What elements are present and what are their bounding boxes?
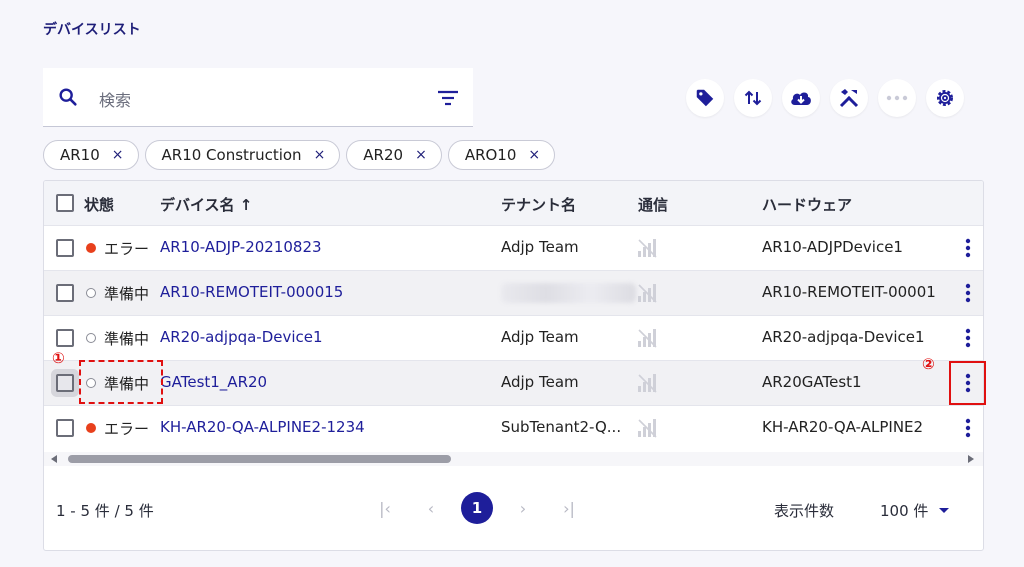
tools-button[interactable] — [830, 79, 868, 117]
per-page-select[interactable]: 100 件 — [880, 500, 928, 521]
filter-icon[interactable] — [437, 88, 459, 108]
kebab-menu-icon[interactable] — [963, 328, 973, 348]
settings-icon — [936, 89, 954, 107]
per-page-label: 表示件数 — [774, 502, 835, 520]
tag-button[interactable] — [686, 79, 724, 117]
table-row[interactable]: 準備中 AR20-adjpqa-Device1 Adjp Team AR20-a… — [44, 315, 983, 360]
col-device-name[interactable]: デバイス名 ↑ — [160, 194, 252, 215]
select-all-checkbox[interactable] — [56, 194, 74, 212]
table-row[interactable]: エラー AR10-ADJP-20210823 Adjp Team AR10-AD… — [44, 225, 983, 270]
device-name-link[interactable]: KH-AR20-QA-ALPINE2-1234 — [160, 418, 365, 436]
status-text: 準備中 — [104, 285, 150, 303]
signal-off-icon — [638, 329, 657, 348]
signal-off-icon — [638, 419, 657, 438]
device-name-link[interactable]: AR10-ADJP-20210823 — [160, 238, 322, 256]
scroll-right-icon[interactable] — [968, 455, 974, 463]
last-page-icon[interactable]: ›| — [553, 492, 585, 524]
more-button[interactable] — [878, 79, 916, 117]
caret-down-icon[interactable] — [939, 508, 949, 513]
device-name-link[interactable]: GATest1_AR20 — [160, 373, 267, 391]
row-checkbox[interactable] — [56, 374, 74, 392]
chip-remove-icon[interactable]: × — [415, 147, 427, 163]
next-page-icon[interactable]: › — [507, 492, 539, 524]
status-text: エラー — [104, 240, 150, 258]
hardware-name: AR20-adjpqa-Device1 — [762, 328, 925, 346]
tenant-name: Adjp Team — [501, 238, 579, 256]
chip-remove-icon[interactable]: × — [528, 147, 540, 163]
tenant-name-redacted — [501, 283, 636, 303]
col-comm[interactable]: 通信 — [638, 194, 668, 215]
row-checkbox[interactable] — [56, 239, 74, 257]
chip-remove-icon[interactable]: × — [314, 147, 326, 163]
result-count: 1 - 5 件 / 5 件 — [56, 502, 154, 520]
settings-button[interactable] — [926, 79, 964, 117]
col-hardware[interactable]: ハードウェア — [762, 194, 852, 215]
annotation-marker-1: ① — [52, 349, 65, 367]
toolbar — [686, 79, 964, 117]
tenant-name: Adjp Team — [501, 328, 579, 346]
row-checkbox[interactable] — [56, 284, 74, 302]
hardware-name: AR10-ADJPDevice1 — [762, 238, 903, 256]
kebab-menu-icon[interactable] — [963, 418, 973, 438]
col-status[interactable]: 状態 — [84, 194, 114, 215]
hardware-name: AR10-REMOTEIT-00001 — [762, 283, 936, 301]
kebab-menu-icon[interactable] — [963, 283, 973, 303]
annotation-box-1 — [79, 360, 163, 404]
status-text: 準備中 — [104, 330, 150, 348]
table-header: 状態 デバイス名 ↑ テナント名 通信 ハードウェア — [44, 181, 983, 225]
cloud-download-icon — [791, 92, 811, 105]
status-preparing-dot — [86, 288, 96, 298]
col-tenant[interactable]: テナント名 — [501, 194, 576, 215]
row-checkbox[interactable] — [56, 419, 74, 437]
scrollbar-thumb[interactable] — [68, 455, 451, 463]
page-button[interactable]: 1 — [461, 492, 493, 524]
tools-icon — [839, 89, 859, 108]
pagination: |‹ ‹ 1 › ›| — [369, 492, 585, 524]
status-text: エラー — [104, 420, 150, 438]
sort-icon — [744, 90, 762, 106]
download-button[interactable] — [782, 79, 820, 117]
filter-chip[interactable]: AR20 × — [346, 140, 442, 170]
chip-remove-icon[interactable]: × — [112, 147, 124, 163]
filter-chip[interactable]: ARO10 × — [447, 140, 556, 170]
status-preparing-dot — [86, 333, 96, 343]
status-error-dot — [86, 243, 96, 253]
hardware-name: KH-AR20-QA-ALPINE2 — [762, 418, 924, 436]
filter-chip[interactable]: AR10 Construction × — [144, 140, 341, 170]
page-title: デバイスリスト — [43, 22, 141, 38]
search-bar[interactable]: 検索 — [43, 68, 473, 127]
first-page-icon[interactable]: |‹ — [369, 492, 401, 524]
device-name-link[interactable]: AR10-REMOTEIT-000015 — [160, 283, 343, 301]
chip-label: ARO10 — [464, 146, 517, 164]
hardware-name: AR20GATest1 — [762, 373, 862, 391]
signal-off-icon — [638, 239, 657, 258]
signal-off-icon — [638, 284, 657, 303]
search-input[interactable]: 検索 — [99, 87, 131, 111]
table-row[interactable]: エラー KH-AR20-QA-ALPINE2-1234 SubTenant2-Q… — [44, 405, 983, 450]
annotation-box-2 — [949, 361, 986, 405]
table-row[interactable]: 準備中 GATest1_AR20 Adjp Team AR20GATest1 — [44, 360, 983, 405]
row-checkbox[interactable] — [56, 329, 74, 347]
chip-label: AR10 Construction — [161, 146, 302, 164]
tenant-name: SubTenant2-Q... — [501, 418, 622, 436]
filter-chip[interactable]: AR10 × — [43, 140, 139, 170]
tenant-name: Adjp Team — [501, 373, 579, 391]
status-error-dot — [86, 423, 96, 433]
device-table: 状態 デバイス名 ↑ テナント名 通信 ハードウェア エラー AR10-ADJP… — [43, 180, 984, 551]
chip-label: AR20 — [363, 146, 404, 164]
table-row[interactable]: 準備中 AR10-REMOTEIT-000015 AR10-REMOTEIT-0… — [44, 270, 983, 315]
search-icon — [59, 88, 77, 106]
chip-label: AR10 — [60, 146, 100, 164]
horizontal-scrollbar[interactable] — [44, 452, 983, 466]
filter-chips: AR10 × AR10 Construction × AR20 × ARO10 × — [43, 140, 556, 170]
tag-icon — [696, 89, 714, 107]
device-name-link[interactable]: AR20-adjpqa-Device1 — [160, 328, 323, 346]
prev-page-icon[interactable]: ‹ — [415, 492, 447, 524]
more-horizontal-icon — [886, 95, 908, 101]
annotation-marker-2: ② — [922, 355, 935, 373]
sort-button[interactable] — [734, 79, 772, 117]
scroll-left-icon[interactable] — [51, 455, 57, 463]
signal-off-icon — [638, 374, 657, 393]
kebab-menu-icon[interactable] — [963, 238, 973, 258]
